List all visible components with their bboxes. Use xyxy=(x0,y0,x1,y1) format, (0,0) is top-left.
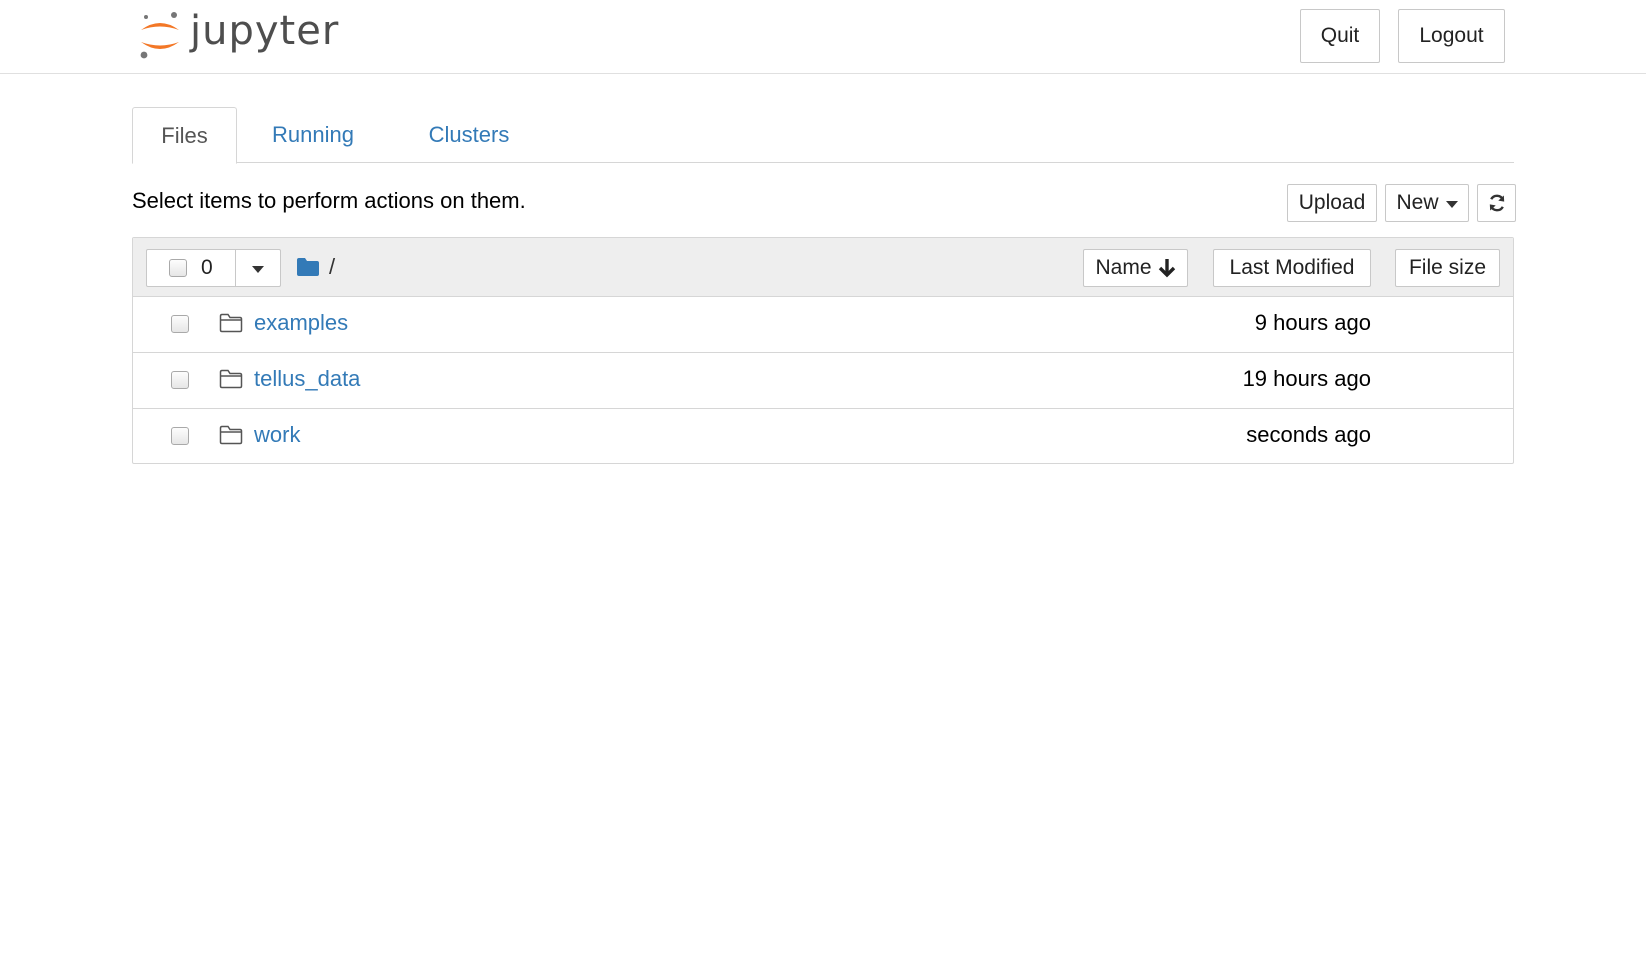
tab-files[interactable]: Files xyxy=(132,107,237,164)
item-last-modified: 19 hours ago xyxy=(1242,366,1371,391)
tab-running[interactable]: Running xyxy=(258,107,368,163)
selected-count: 0 xyxy=(201,256,213,279)
item-last-modified: 9 hours ago xyxy=(1254,310,1371,335)
tab-bar: Files Running Clusters xyxy=(132,107,1514,164)
file-list-header: 0 / Name Last Modified File size xyxy=(133,238,1513,297)
jupyter-logo-icon xyxy=(140,12,179,59)
refresh-button[interactable] xyxy=(1477,184,1516,222)
arrow-down-icon xyxy=(1158,259,1175,278)
sort-by-file-size-button[interactable]: File size xyxy=(1395,249,1500,287)
list-item: examples 9 hours ago xyxy=(133,297,1513,353)
file-list: 0 / Name Last Modified File size example… xyxy=(132,237,1514,464)
list-item: tellus_data 19 hours ago xyxy=(133,353,1513,409)
item-checkbox[interactable] xyxy=(171,371,189,389)
new-dropdown-button[interactable]: New xyxy=(1385,184,1469,222)
select-menu-button[interactable] xyxy=(236,250,280,286)
item-name-link[interactable]: examples xyxy=(254,310,348,336)
logo-text: jupyter xyxy=(190,8,340,54)
list-item: work seconds ago xyxy=(133,409,1513,465)
caret-down-icon xyxy=(252,265,264,273)
breadcrumb: / xyxy=(296,251,335,283)
folder-icon xyxy=(219,369,243,389)
item-checkbox[interactable] xyxy=(171,315,189,333)
item-last-modified: seconds ago xyxy=(1246,422,1371,447)
caret-down-icon xyxy=(1445,200,1458,208)
select-all-area: 0 xyxy=(147,250,236,286)
header: jupyter Quit Logout xyxy=(0,0,1646,74)
quit-button[interactable]: Quit xyxy=(1300,9,1380,63)
item-name-link[interactable]: work xyxy=(254,422,300,448)
folder-icon xyxy=(219,425,243,445)
select-all-group: 0 xyxy=(146,249,281,287)
sort-by-last-modified-button[interactable]: Last Modified xyxy=(1213,249,1371,287)
item-checkbox[interactable] xyxy=(171,427,189,445)
sort-by-name-button[interactable]: Name xyxy=(1083,249,1188,287)
selection-info-text: Select items to perform actions on them. xyxy=(132,188,526,213)
sort-name-label: Name xyxy=(1095,256,1152,279)
select-all-checkbox[interactable] xyxy=(169,259,187,277)
refresh-icon xyxy=(1489,194,1504,212)
new-button-label: New xyxy=(1396,191,1439,214)
upload-button[interactable]: Upload xyxy=(1287,184,1377,222)
folder-icon xyxy=(219,313,243,333)
jupyter-logo[interactable]: jupyter xyxy=(138,8,339,62)
item-name-link[interactable]: tellus_data xyxy=(254,366,360,392)
folder-icon xyxy=(297,258,319,276)
breadcrumb-root-link[interactable]: / xyxy=(329,254,335,280)
logout-button[interactable]: Logout xyxy=(1398,9,1505,63)
tab-clusters[interactable]: Clusters xyxy=(404,107,534,163)
